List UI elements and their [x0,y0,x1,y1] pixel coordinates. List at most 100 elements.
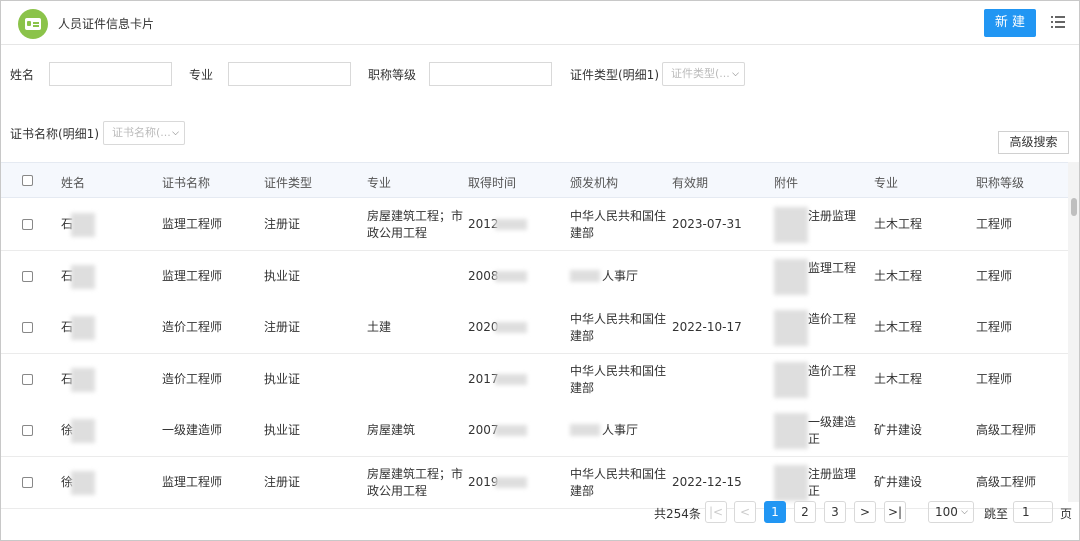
cell-cert-name: 造价工程师 [162,371,223,386]
column-header[interactable]: 专业 [367,174,391,191]
table-row[interactable]: 徐监理工程师 注册证 房屋建筑工程；市 政公用工程 2019 中华人民共和国住 建部 2022… [1,457,1068,509]
redacted-attachment [774,207,808,243]
row-checkbox[interactable] [22,219,33,230]
redacted-date [495,322,527,334]
column-header[interactable]: 证件类型 [264,174,312,191]
cell-field: 土木工程 [874,217,923,231]
page-unit-label: 页 [1060,507,1073,521]
redacted-date [495,219,527,230]
cell-attachment-link: 一级建造 [808,415,857,430]
cell-year: 2008 [468,268,499,283]
select-all-checkbox[interactable] [22,175,33,186]
table-row[interactable]: 石监理工程师 注册证 房屋建筑工程；市 政公用工程 2012 中华人民共和国住 建部 2023… [1,199,1068,251]
cert-name-select[interactable]: 证书名称(... ⌵ [103,121,185,145]
column-header[interactable]: 颁发机构 [570,174,618,191]
cert-name-placeholder: 证书名称(... [112,126,171,139]
row-checkbox[interactable] [22,477,33,488]
cell-year: 2012 [468,217,499,231]
cell-cert-type: 执业证 [264,371,301,386]
column-header[interactable]: 职称等级 [976,174,1024,191]
major-filter-label: 专业 [189,68,214,82]
table-header: 姓名 证书名称 证件类型 专业 取得时间 颁发机构 有效期 附件 专业 职称等级 [1,162,1068,198]
cell-cert-type: 注册证 [264,475,301,489]
cell-attachment-link: 监理工程 [808,260,857,275]
advanced-search-button[interactable]: 高级搜索 [998,131,1069,154]
cell-year: 2020 [468,320,499,335]
cell-valid-until: 2023-07-31 [672,217,742,231]
jump-label: 跳至 [984,507,1009,521]
table-row[interactable]: 石造价工程师 注册证 土建 2020 中华人民共和国住 建部 2022-10-17 造价工程土… [1,302,1068,355]
header: 人员证件信息卡片 新 建 [1,1,1079,45]
page-2-button[interactable]: 2 [794,501,816,523]
chevron-down-icon: ⌵ [172,128,179,138]
row-checkbox[interactable] [22,322,33,334]
redacted-name [71,213,95,237]
cell-cert-name: 一级建造师 [162,423,223,438]
column-header[interactable]: 附件 [774,174,798,191]
cell-major: 房屋建筑 [367,423,416,438]
chevron-down-icon: ⌵ [961,507,968,517]
cell-rank: 工程师 [976,371,1013,386]
jump-page-input[interactable]: 1 [1013,501,1053,523]
cell-issuer-line2: 建部 [570,329,595,344]
cell-year: 2019 [468,475,499,489]
cell-attachment-line2: 正 [808,432,821,447]
name-filter-label: 姓名 [10,68,35,82]
last-page-button[interactable]: >| [884,501,906,523]
redacted-issuer [570,269,600,282]
cell-field: 矿井建设 [874,423,923,438]
cell-rank: 工程师 [976,320,1013,335]
major-filter-input[interactable] [228,62,351,86]
cell-field: 土木工程 [874,268,923,283]
cell-year: 2017 [468,371,499,386]
redacted-name [71,419,95,444]
cell-rank: 工程师 [976,217,1013,231]
cell-major: 房屋建筑工程；市 [367,467,464,481]
column-header[interactable]: 专业 [874,174,898,191]
column-header[interactable]: 有效期 [672,174,708,191]
column-header[interactable]: 取得时间 [468,174,516,191]
row-checkbox[interactable] [22,373,33,385]
list-menu-icon[interactable] [1051,15,1065,29]
cell-attachment-link: 注册监理 [808,467,857,481]
cell-field: 土木工程 [874,371,923,386]
cell-issuer: 中华人民共和国住 [570,467,667,481]
name-filter-input[interactable] [49,62,172,86]
cert-name-filter-label: 证书名称(明细1) [10,127,99,141]
cert-type-placeholder: 证件类型(... [671,67,730,80]
cell-attachment-link: 注册监理 [808,209,857,223]
cell-cert-name: 监理工程师 [162,475,223,489]
new-button[interactable]: 新 建 [984,9,1036,37]
next-page-button[interactable]: > [854,501,876,523]
table-row[interactable]: 石造价工程师 执业证 2017 中华人民共和国住 建部 造价工程 土木工程 工程师 [1,353,1068,406]
page-size-select[interactable]: 100 ⌵ [928,501,974,523]
column-header[interactable]: 姓名 [61,174,85,191]
app-window: 人员证件信息卡片 新 建 姓名 专业 职称等级 证件类型(明细1) 证件类型(.… [0,0,1080,541]
cell-year: 2007 [468,423,499,438]
table-row[interactable]: 石监理工程师 执业证 2008 人事厅 监理工程 土木工程 工程师 [1,250,1068,303]
page-1-button[interactable]: 1 [764,501,786,523]
cell-major: 房屋建筑工程；市 [367,209,464,223]
cell-major: 土建 [367,320,392,335]
cell-issuer-line2: 建部 [570,484,595,498]
cell-attachment-link: 造价工程 [808,363,857,378]
page-3-button[interactable]: 3 [824,501,846,523]
cell-cert-name: 监理工程师 [162,217,223,231]
prev-page-button[interactable]: < [734,501,756,523]
table-row[interactable]: 徐一级建造师 执业证 房屋建筑 2007 人事厅 一级建造正矿井建设 高级工程师 [1,405,1068,458]
cell-cert-name: 造价工程师 [162,320,223,335]
row-checkbox[interactable] [22,425,33,437]
total-count: 共254条 [654,507,701,521]
id-card-icon [18,9,48,39]
redacted-name [71,471,95,495]
row-checkbox[interactable] [22,270,33,282]
first-page-button[interactable]: |< [705,501,727,523]
scrollbar-thumb[interactable] [1071,198,1077,216]
rank-filter-input[interactable] [429,62,552,86]
cell-valid-until: 2022-12-15 [672,475,742,489]
cert-type-select[interactable]: 证件类型(... ⌵ [662,62,745,86]
cert-type-filter-label: 证件类型(明细1) [570,68,659,82]
column-header[interactable]: 证书名称 [162,174,210,191]
cell-cert-type: 注册证 [264,320,301,335]
redacted-date [495,425,527,437]
